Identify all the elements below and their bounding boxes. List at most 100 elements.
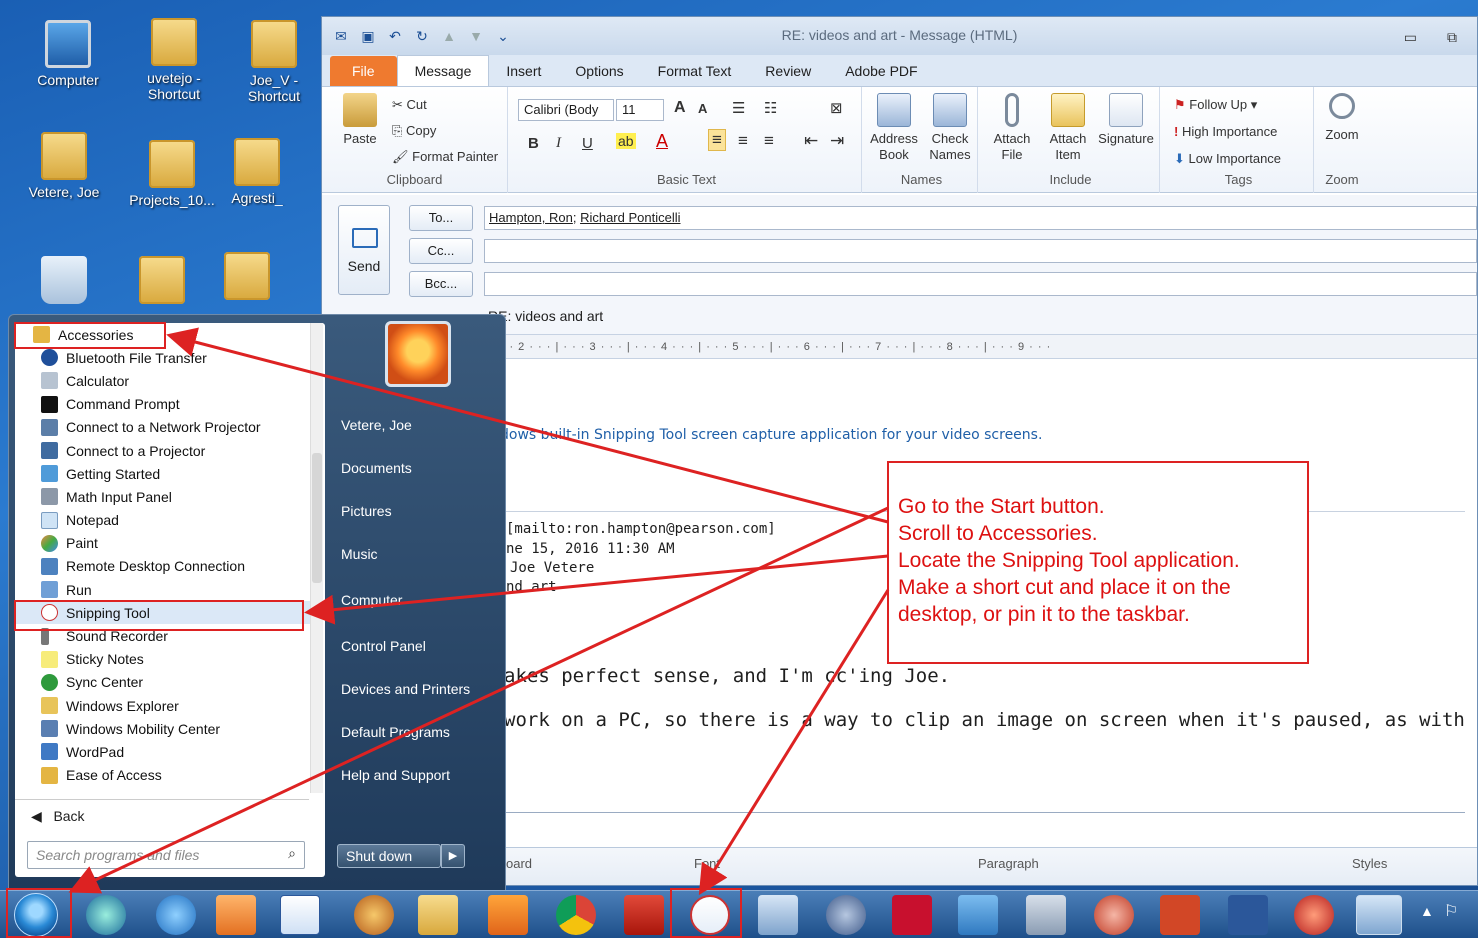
chrome-icon[interactable] bbox=[556, 895, 596, 935]
shut-down-button[interactable]: Shut down bbox=[337, 844, 441, 868]
minimize-icon[interactable]: ▭ bbox=[1404, 29, 1417, 46]
calendar-app-icon[interactable] bbox=[758, 895, 798, 935]
show-hidden-icons-icon[interactable]: ▲ bbox=[1420, 903, 1434, 919]
send-button[interactable]: Send bbox=[338, 205, 390, 295]
paste-button[interactable]: Paste bbox=[336, 93, 384, 147]
numbering-icon[interactable]: ☷ bbox=[764, 99, 777, 117]
scrollbar-thumb[interactable] bbox=[312, 453, 322, 583]
program-item-ease-of-access[interactable]: Ease of Access bbox=[15, 764, 311, 787]
attach-file-button[interactable]: Attach File bbox=[984, 93, 1040, 163]
start-item-devices-printers[interactable]: Devices and Printers bbox=[341, 681, 470, 697]
align-right-icon[interactable]: ≡ bbox=[764, 131, 774, 151]
program-item[interactable]: Bluetooth File Transfer bbox=[15, 346, 311, 369]
video-app-icon[interactable] bbox=[488, 895, 528, 935]
start-item-default-programs[interactable]: Default Programs bbox=[341, 724, 450, 740]
tab-adobe-pdf[interactable]: Adobe PDF bbox=[828, 56, 934, 86]
start-item-pictures[interactable]: Pictures bbox=[341, 503, 392, 519]
desktop-icon-agresti[interactable]: Agresti_ bbox=[222, 138, 292, 206]
spider-app-icon[interactable] bbox=[1294, 895, 1334, 935]
align-left-icon[interactable]: ≡ bbox=[708, 129, 726, 151]
program-item[interactable]: Sync Center bbox=[15, 671, 311, 694]
file-explorer-icon[interactable] bbox=[418, 895, 458, 935]
copy-button[interactable]: ⎘ Copy bbox=[392, 123, 436, 139]
search-programs-input[interactable]: Search programs and files ⌕ bbox=[27, 841, 305, 869]
program-item[interactable]: Windows Mobility Center bbox=[15, 717, 311, 740]
acrobat-icon[interactable] bbox=[624, 895, 664, 935]
attach-item-button[interactable]: Attach Item bbox=[1040, 93, 1096, 163]
start-item-help-support[interactable]: Help and Support bbox=[341, 767, 450, 783]
to-button[interactable]: To... bbox=[409, 205, 473, 231]
desktop-icon-uvetejo[interactable]: uvetejo - Shortcut bbox=[128, 18, 220, 102]
signature-button[interactable]: Signature bbox=[1094, 93, 1158, 147]
word-icon[interactable] bbox=[1228, 895, 1268, 935]
desktop-icon-joe-v[interactable]: Joe_V - Shortcut bbox=[228, 20, 320, 104]
desktop-icon-folder[interactable] bbox=[212, 252, 282, 304]
highlight-icon[interactable]: ab bbox=[616, 133, 636, 149]
bcc-button[interactable]: Bcc... bbox=[409, 271, 473, 297]
word-icon[interactable] bbox=[280, 895, 320, 935]
program-item[interactable]: WordPad bbox=[15, 740, 311, 763]
italic-button[interactable]: I bbox=[556, 135, 561, 152]
program-item[interactable]: Getting Started bbox=[15, 462, 311, 485]
font-name-select[interactable]: Calibri (Body bbox=[518, 99, 614, 121]
to-field[interactable]: Hampton, Ron; Richard Ponticelli bbox=[484, 206, 1477, 230]
clear-formatting-icon[interactable]: ⊠ bbox=[830, 99, 843, 117]
format-painter-button[interactable]: 🖌 Format Painter bbox=[392, 149, 498, 165]
powerpoint-icon[interactable] bbox=[1160, 895, 1200, 935]
tab-options[interactable]: Options bbox=[558, 56, 640, 86]
font-color-icon[interactable]: A bbox=[656, 131, 668, 152]
start-item-computer[interactable]: Computer bbox=[341, 592, 402, 608]
back-button[interactable]: ◀ Back bbox=[15, 799, 309, 829]
address-book-button[interactable]: Address Book bbox=[868, 93, 920, 163]
sketch-app-icon[interactable] bbox=[1026, 895, 1066, 935]
program-item[interactable]: Math Input Panel bbox=[15, 485, 311, 508]
blocked-app-icon[interactable] bbox=[1094, 895, 1134, 935]
start-item-documents[interactable]: Documents bbox=[341, 460, 412, 476]
tab-file[interactable]: File bbox=[330, 56, 397, 86]
remote-app-icon[interactable] bbox=[1356, 895, 1402, 935]
user-avatar[interactable] bbox=[385, 321, 451, 387]
tab-review[interactable]: Review bbox=[748, 56, 828, 86]
desktop-icon-computer[interactable]: Computer bbox=[22, 20, 114, 88]
start-item-music[interactable]: Music bbox=[341, 546, 378, 562]
program-item[interactable]: Connect to a Projector bbox=[15, 439, 311, 462]
decrease-indent-icon[interactable]: ⇤ bbox=[804, 131, 818, 151]
action-center-flag-icon[interactable]: ⚐ bbox=[1444, 901, 1458, 921]
recipient[interactable]: Richard Ponticelli bbox=[580, 210, 680, 225]
program-item[interactable]: Windows Explorer bbox=[15, 694, 311, 717]
desktop-icon-vetere-joe[interactable]: Vetere, Joe bbox=[18, 132, 110, 200]
cut-button[interactable]: ✂ Cut bbox=[392, 97, 427, 113]
follow-up-button[interactable]: ⚑ Follow Up ▾ bbox=[1174, 97, 1257, 113]
internet-explorer-icon[interactable] bbox=[156, 895, 196, 935]
avaya-icon[interactable] bbox=[892, 895, 932, 935]
grow-font-icon[interactable]: A bbox=[674, 99, 686, 117]
lync-icon[interactable] bbox=[826, 895, 866, 935]
outlook-icon[interactable] bbox=[216, 895, 256, 935]
tab-insert[interactable]: Insert bbox=[489, 56, 558, 86]
shut-down-options-icon[interactable]: ▶ bbox=[441, 844, 465, 868]
program-item[interactable]: Paint bbox=[15, 532, 311, 555]
program-list-scrollbar[interactable] bbox=[310, 323, 323, 793]
desktop-icon-projects[interactable]: Projects_10... bbox=[126, 140, 218, 208]
desktop-icon-folder[interactable] bbox=[116, 256, 208, 308]
shrink-font-icon[interactable]: A bbox=[698, 101, 707, 116]
restore-icon[interactable]: ⧉ bbox=[1447, 29, 1457, 46]
align-center-icon[interactable]: ≡ bbox=[738, 131, 748, 151]
cc-button[interactable]: Cc... bbox=[409, 238, 473, 264]
increase-indent-icon[interactable]: ⇥ bbox=[830, 131, 844, 151]
tab-message[interactable]: Message bbox=[396, 55, 490, 86]
tab-format-text[interactable]: Format Text bbox=[641, 56, 749, 86]
start-item-user[interactable]: Vetere, Joe bbox=[341, 417, 412, 433]
program-item[interactable]: Remote Desktop Connection bbox=[15, 555, 311, 578]
program-item[interactable]: Notepad bbox=[15, 509, 311, 532]
bcc-field[interactable] bbox=[484, 272, 1477, 296]
recipient[interactable]: Hampton, Ron bbox=[489, 210, 573, 225]
low-importance-button[interactable]: ⬇ Low Importance bbox=[1174, 151, 1281, 167]
taskbar-app-icon[interactable] bbox=[86, 895, 126, 935]
program-item[interactable]: Command Prompt bbox=[15, 393, 311, 416]
desktop-icon-recycle-bin[interactable] bbox=[18, 256, 110, 308]
bold-button[interactable]: B bbox=[528, 135, 539, 152]
program-item[interactable]: Run bbox=[15, 578, 311, 601]
start-item-control-panel[interactable]: Control Panel bbox=[341, 638, 426, 654]
zoom-button[interactable]: Zoom bbox=[1318, 93, 1366, 143]
